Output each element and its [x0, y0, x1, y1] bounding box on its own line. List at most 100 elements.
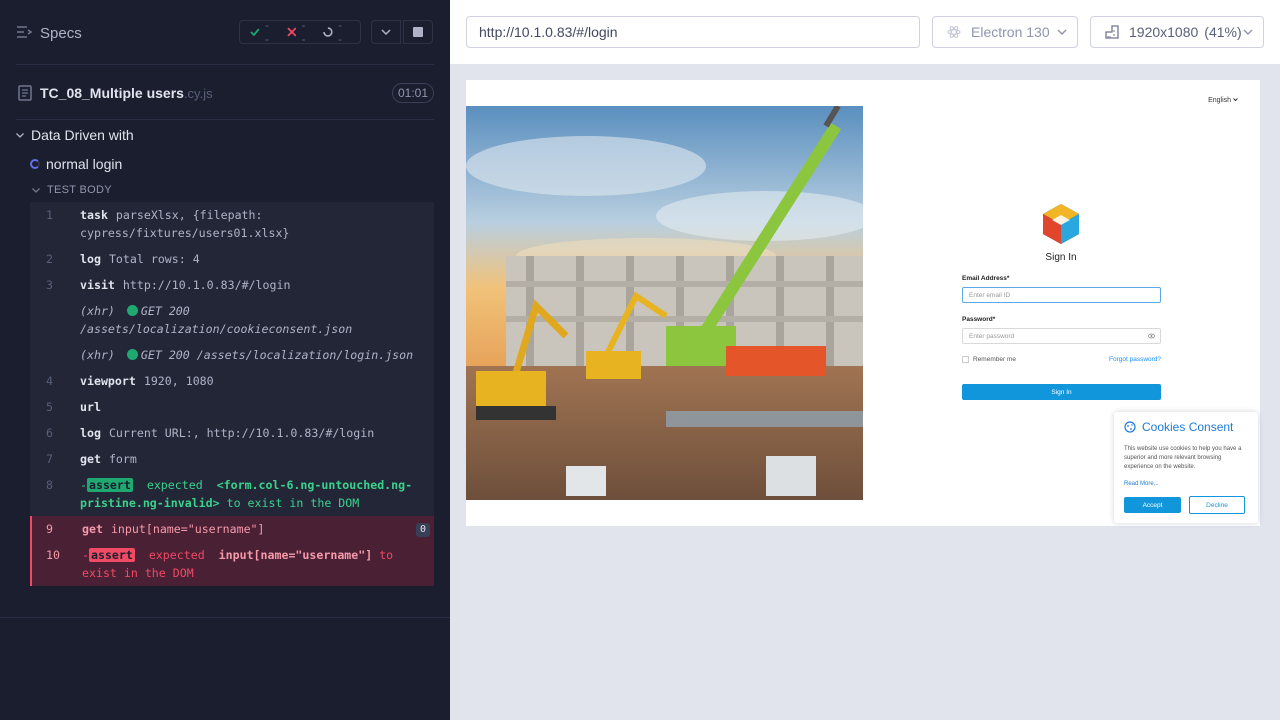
check-icon [250, 28, 260, 37]
command-name: task [80, 208, 108, 222]
viewport-size: 1920x1080 [1129, 24, 1199, 40]
spec-name: TC_08_Multiple users.cy.js [40, 85, 213, 101]
cookie-icon [1124, 421, 1136, 433]
command-row[interactable]: 1 task parseXlsx, {filepath: cypress/fixtu… [30, 202, 434, 246]
viewport-selector[interactable]: 1920x1080 (41%) [1090, 16, 1264, 48]
stat-passed: -- [250, 18, 273, 46]
command-message: parseXlsx, {filepath: cypress/fixtures/u… [80, 208, 290, 240]
forgot-password-link[interactable]: Forgot password? [1109, 356, 1161, 363]
signin-button[interactable]: Sign In [962, 384, 1161, 400]
test-body-header[interactable]: TEST BODY [32, 183, 112, 197]
assert-prefix: - [82, 548, 89, 562]
command-row[interactable]: 2 log Total rows: 4 [30, 246, 434, 272]
command-number: 2 [46, 252, 53, 266]
app-logo-icon [1043, 204, 1079, 244]
stats-summary: -- -- -- [239, 18, 361, 46]
assert-subject: input[name="username"] [218, 548, 373, 562]
stop-button[interactable] [403, 20, 433, 44]
email-input[interactable]: Enter email ID [962, 287, 1161, 303]
suite-title-row[interactable]: Data Driven with [16, 126, 134, 144]
stat-failed-count: -- [301, 18, 306, 46]
eye-icon[interactable] [1148, 333, 1155, 339]
command-number: 6 [46, 426, 53, 440]
stat-pending-count: -- [338, 18, 343, 46]
test-title-row[interactable]: normal login [30, 155, 122, 173]
construction-site-image [466, 106, 863, 500]
xhr-route: GET 200 /assets/localization/login.json [140, 348, 414, 362]
command-row[interactable]: 7 get form [30, 446, 434, 472]
test-body-label: TEST BODY [47, 184, 112, 196]
assert-row-failed[interactable]: 10 - assert expected input[name="username"… [30, 542, 434, 586]
chevron-down-icon [1243, 29, 1253, 35]
assert-badge: assert [86, 478, 133, 492]
command-row[interactable]: 5 url [30, 394, 434, 420]
command-row[interactable]: 4 viewport 1920, 1080 [30, 368, 434, 394]
command-number: 3 [46, 278, 53, 292]
xhr-row[interactable]: (xhr) GET 200 /assets/localization/login.… [30, 342, 434, 368]
cookies-accept-button[interactable]: Accept [1124, 497, 1181, 513]
stat-passed-count: -- [264, 18, 269, 46]
status-dot-icon [126, 305, 138, 316]
signin-title: Sign In [1045, 252, 1077, 263]
language-selector[interactable]: English [1208, 97, 1238, 104]
specs-label[interactable]: Specs [40, 25, 82, 42]
password-label: Password* [962, 316, 996, 323]
command-row[interactable]: 3 visit http://10.1.0.83/#/login [30, 272, 434, 298]
command-name: get [80, 452, 101, 466]
remember-me[interactable]: Remember me [962, 356, 1016, 363]
cookies-decline-button[interactable]: Decline [1189, 496, 1245, 514]
assert-row-passed[interactable]: 8- assert expected <form.col-6.ng-untouch… [30, 472, 434, 516]
spec-extension: .cy.js [183, 86, 213, 101]
command-name: log [80, 252, 101, 266]
spec-duration: 01:01 [392, 83, 434, 103]
electron-icon [947, 26, 961, 38]
spinner-icon [323, 27, 333, 37]
command-row-failed[interactable]: 9 get input[name="username"] 0 [30, 516, 434, 542]
command-name: visit [80, 278, 115, 292]
document-icon [18, 85, 32, 101]
xhr-label: (xhr) [80, 304, 115, 318]
aut-header: http://10.1.0.83/#/login Electron 130 19… [450, 0, 1280, 64]
password-placeholder: Enter password [969, 332, 1015, 340]
cookies-read-more-link[interactable]: Read More... [1124, 481, 1159, 487]
running-spinner-icon [30, 159, 40, 169]
cookies-consent-dialog: Cookies Consent This website use cookies… [1114, 412, 1258, 523]
expand-collapse-button[interactable] [371, 20, 401, 44]
assert-tail: to exist in the DOM [226, 496, 360, 510]
assert-word: expected [146, 478, 203, 492]
email-placeholder: Enter email ID [969, 291, 1011, 299]
remember-checkbox[interactable] [962, 356, 969, 363]
status-dot-icon [126, 349, 138, 360]
reporter-divider [0, 617, 450, 618]
browser-selector[interactable]: Electron 130 [932, 16, 1078, 48]
command-name: url [80, 400, 101, 414]
xhr-route: GET 200 /assets/localization/cookieconse… [80, 304, 353, 336]
assert-prefix: - [80, 478, 87, 492]
cookies-title: Cookies Consent [1142, 420, 1234, 434]
url-bar[interactable]: http://10.1.0.83/#/login [466, 16, 920, 48]
suite-title: Data Driven with [31, 127, 134, 143]
stop-icon [413, 27, 423, 37]
command-message: 1920, 1080 [143, 374, 214, 388]
reporter-header: Specs -- -- -- [0, 0, 450, 64]
chevron-down-icon [16, 132, 24, 138]
command-message: http://10.1.0.83/#/login [122, 278, 291, 292]
viewport-scale: (41%) [1204, 24, 1242, 40]
chevron-down-icon [32, 187, 40, 193]
spec-title-row[interactable]: TC_08_Multiple users.cy.js 01:01 [16, 64, 434, 120]
command-message: form [108, 452, 137, 466]
element-count-badge: 0 [415, 523, 430, 537]
password-input[interactable]: Enter password [962, 328, 1161, 344]
command-log: 1 task parseXlsx, {filepath: cypress/fixtu… [30, 202, 434, 586]
assert-word: expected [148, 548, 205, 562]
specs-list-icon[interactable] [16, 25, 32, 39]
reporter-panel: Specs -- -- -- TC_08_Multiple users.cy.j… [0, 0, 450, 720]
command-number: 8 [46, 478, 53, 492]
xhr-row[interactable]: (xhr) GET 200 /assets/localization/cookie… [30, 298, 434, 342]
command-row[interactable]: 6 log Current URL:, http://10.1.0.83/#/log… [30, 420, 434, 446]
command-number: 1 [46, 208, 53, 222]
aut-iframe: English Sign In Email Address* Enter ema… [466, 80, 1260, 526]
chevron-down-icon [1057, 29, 1067, 35]
ruler-icon [1105, 25, 1119, 39]
command-number [30, 346, 80, 364]
